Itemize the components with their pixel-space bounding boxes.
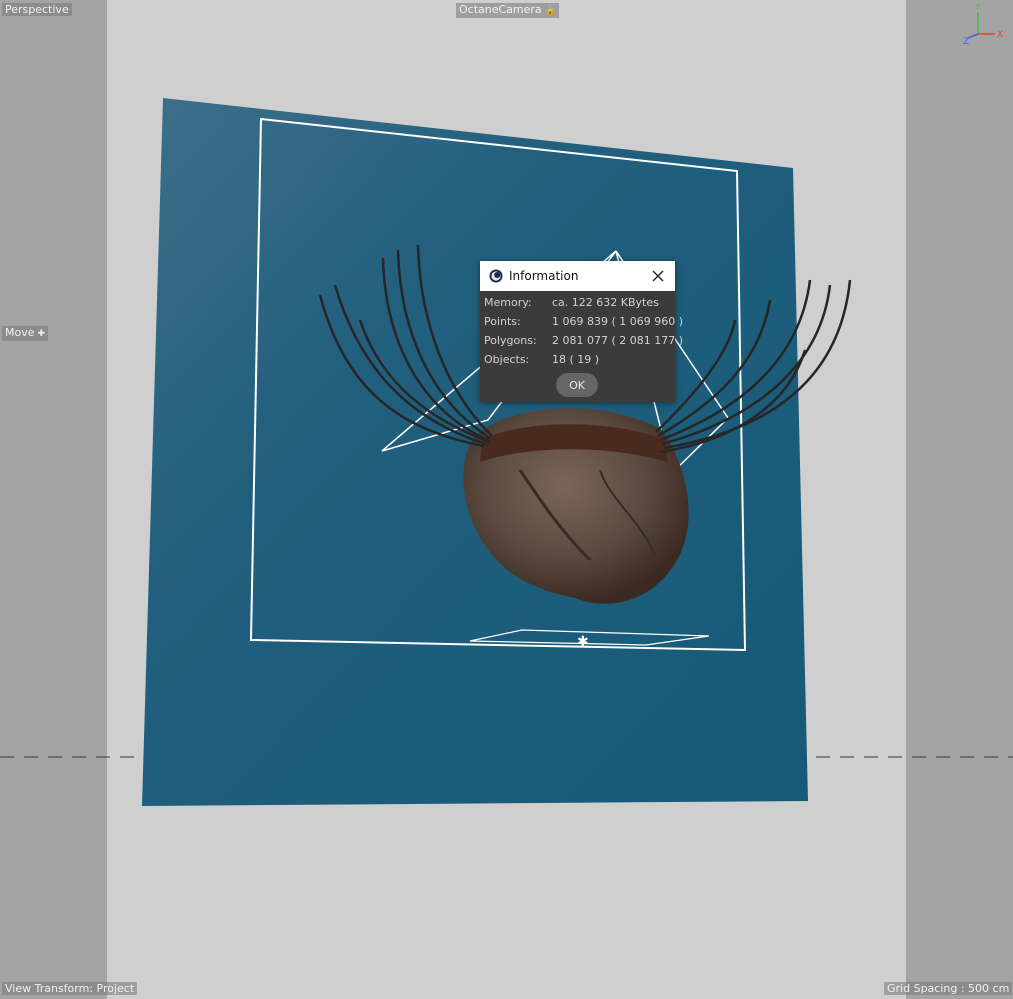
- tool-label[interactable]: Move ✚: [2, 326, 49, 341]
- dialog-title: Information: [509, 269, 579, 283]
- ok-button[interactable]: OK: [556, 373, 598, 397]
- information-dialog: Information Memory: ca. 122 632 KBytes P…: [480, 261, 683, 402]
- info-label: Points:: [484, 315, 521, 328]
- dialog-title-bar[interactable]: Information: [480, 261, 675, 291]
- info-label: Memory:: [484, 296, 532, 309]
- info-value: 18 ( 19 ): [552, 353, 600, 366]
- info-value: 1 069 839 ( 1 069 960 ): [552, 315, 684, 328]
- light-bottom-marker: ✱: [577, 634, 589, 650]
- camera-label-text: OctaneCamera: [459, 3, 542, 16]
- close-icon: [652, 270, 664, 282]
- info-label: Polygons:: [484, 334, 537, 347]
- lock-icon[interactable]: 🔒: [545, 5, 556, 18]
- move-icon: ✚: [37, 329, 46, 339]
- axis-gizmo: Y Z X: [963, 3, 1003, 47]
- info-label: Objects:: [484, 353, 530, 366]
- axis-z-label: Z: [963, 37, 969, 47]
- view-transform-label: View Transform: Project: [2, 982, 138, 995]
- viewport-scene[interactable]: ✱ Y Z X: [0, 0, 1013, 999]
- camera-label[interactable]: OctaneCamera 🔒: [456, 3, 559, 18]
- cinema4d-logo-icon: [489, 269, 503, 283]
- view-label[interactable]: Perspective: [2, 3, 72, 16]
- info-value: ca. 122 632 KBytes: [552, 296, 659, 309]
- axis-x-label: X: [997, 30, 1003, 40]
- close-button[interactable]: [647, 265, 669, 287]
- info-value: 2 081 077 ( 2 081 177 ): [552, 334, 684, 347]
- axis-y-label: Y: [974, 3, 981, 13]
- grid-spacing-label: Grid Spacing : 500 cm: [884, 982, 1013, 995]
- tool-label-text: Move: [5, 326, 35, 339]
